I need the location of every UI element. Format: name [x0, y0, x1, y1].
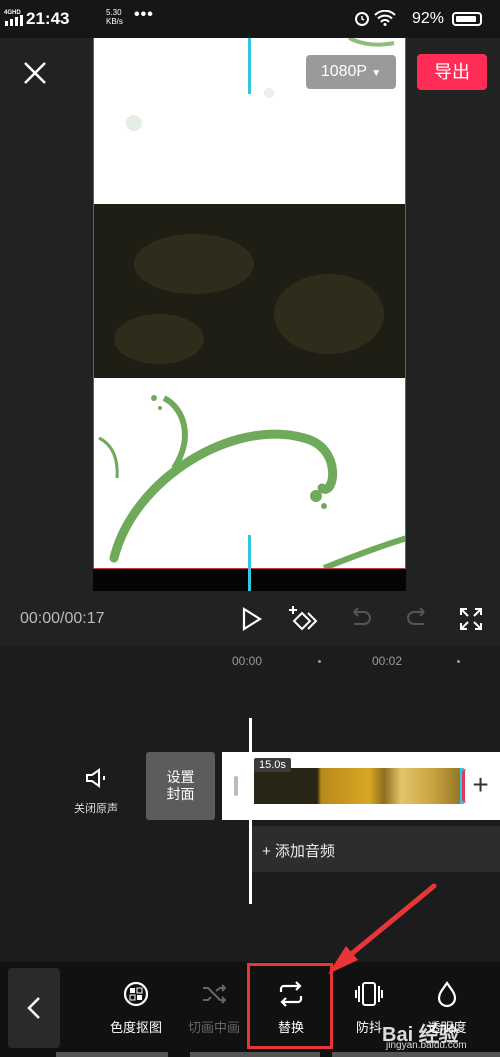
tool-label: 切画中画 [187, 1020, 240, 1035]
chevron-down-icon: ▼ [371, 68, 382, 79]
nav-indicator [190, 1052, 320, 1057]
playhead[interactable] [249, 718, 252, 904]
clip-duration-badge: 15.0s [254, 758, 291, 772]
cover-label: 设置 [166, 769, 195, 785]
close-icon[interactable] [22, 60, 48, 86]
status-bar: 4GHD 21:43 5.30 KB/s ••• 92% [0, 0, 500, 38]
battery-percent: 92% [411, 10, 444, 27]
add-audio-label[interactable]: + 添加音频 [262, 840, 335, 861]
battery-icon [452, 12, 482, 26]
watermark-url: jingyan.baidu.com [386, 1040, 467, 1051]
undo-icon[interactable] [346, 604, 376, 634]
time-tick: 00:02 [372, 654, 403, 668]
export-button[interactable]: 导出 [417, 54, 487, 90]
mute-original-label[interactable]: 关闭原声 [74, 800, 118, 816]
preview-guide-line [248, 535, 251, 591]
signal-icon: 4GHD [4, 10, 23, 26]
timecode: 00:00/00:17 [20, 610, 105, 627]
cover-label: 封面 [166, 786, 195, 802]
speaker-icon[interactable] [84, 766, 110, 790]
clip-thumbnails [254, 768, 464, 804]
svg-text:4GHD: 4GHD [4, 10, 21, 16]
more-notifications-icon: ••• [134, 6, 154, 23]
wifi-icon [374, 10, 396, 26]
chroma-key-icon [123, 981, 149, 1007]
tick-dot [318, 660, 321, 663]
tool-label: 色度抠图 [109, 1020, 162, 1035]
add-clip-button[interactable]: + [462, 769, 496, 803]
nav-indicator [56, 1052, 168, 1057]
redo-icon[interactable] [402, 604, 432, 634]
keyframe-add-icon[interactable] [288, 604, 318, 634]
set-cover-button[interactable]: 设置 封面 [146, 752, 215, 820]
play-icon[interactable] [236, 604, 266, 634]
chevron-left-icon [27, 997, 40, 1019]
resolution-select[interactable]: 1080P ▼ [306, 55, 396, 89]
dark-video-frame [94, 204, 405, 378]
back-button[interactable] [8, 968, 60, 1048]
tool-chroma-key[interactable]: 色度抠图 [101, 980, 171, 1036]
tick-dot [457, 660, 460, 663]
network-speed: 5.30 KB/s [106, 8, 123, 26]
status-time: 21:43 [26, 9, 70, 28]
tool-pip[interactable]: 切画中画 [179, 980, 249, 1036]
annotation-arrow [328, 883, 437, 974]
fullscreen-icon[interactable] [456, 604, 486, 634]
preview-guide-line [248, 38, 251, 94]
alarm-icon [355, 12, 369, 26]
shuffle-icon [203, 984, 227, 1004]
nav-indicator [332, 1052, 500, 1057]
clip-trim-handle[interactable] [234, 776, 238, 796]
time-tick: 00:00 [232, 654, 263, 668]
opacity-icon [437, 981, 457, 1008]
stabilize-icon [355, 982, 383, 1006]
video-preview[interactable] [93, 38, 406, 569]
